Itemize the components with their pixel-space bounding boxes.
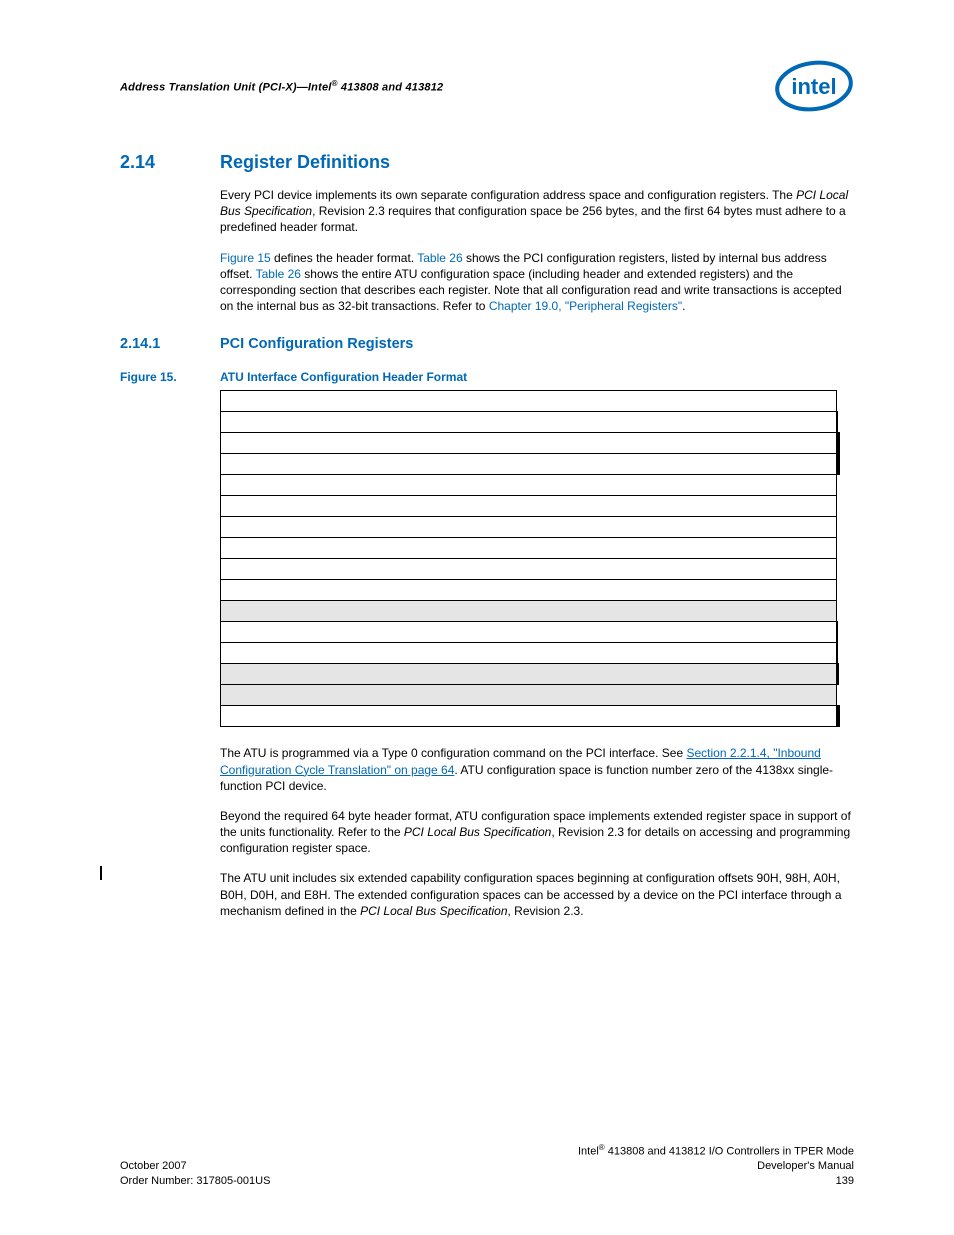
header-text-b: 413808 and 413812 [338,81,444,93]
figure-title: ATU Interface Configuration Header Forma… [220,370,467,384]
table-row [221,664,840,685]
figure-label: Figure 15. [120,370,198,384]
table-cell [221,559,837,580]
link-table-26-a[interactable]: Table 26 [417,251,462,265]
subsection-number: 2.14.1 [120,336,190,352]
table-cell [221,664,837,685]
table-cell [221,538,837,559]
table-cell [221,580,837,601]
link-table-26-b[interactable]: Table 26 [256,267,301,281]
svg-text:intel: intel [791,74,836,99]
table-cell [839,454,840,475]
table-cell [837,412,838,433]
table-row [221,706,840,727]
table-cell [839,433,840,454]
table-row [221,643,840,664]
table-cell [221,706,837,727]
footer-date: October 2007 [120,1159,270,1174]
section-heading: 2.14 Register Definitions [120,152,854,173]
section-number: 2.14 [120,152,190,173]
table-cell [221,643,837,664]
section-title: Register Definitions [220,152,390,173]
table-cell [839,706,840,727]
table-cell [221,475,837,496]
table-row [221,496,840,517]
table-row [221,559,840,580]
intel-logo-icon: intel [774,60,854,112]
table-cell [838,664,839,685]
page-header: Address Translation Unit (PCI-X)—Intel® … [120,60,854,112]
table-cell [221,517,837,538]
table-row [221,391,840,412]
link-figure-15[interactable]: Figure 15 [220,251,271,265]
change-bar-icon [100,866,102,880]
table-row [221,412,840,433]
table-cell [837,643,838,664]
table-row [221,685,840,706]
footer-order-number: Order Number: 317805-001US [120,1174,270,1189]
table-cell [221,454,837,475]
table-cell [221,433,837,454]
table-cell [221,685,837,706]
header-text-a: Address Translation Unit (PCI-X)—Intel [120,81,332,93]
para-1: Every PCI device implements its own sepa… [220,187,854,236]
table-row [221,517,840,538]
config-header-table [220,390,840,727]
table-cell [221,412,837,433]
figure-caption: Figure 15. ATU Interface Configuration H… [120,370,854,384]
para-2: Figure 15 defines the header format. Tab… [220,250,854,315]
table-row [221,580,840,601]
table-row [221,433,840,454]
table-row [221,475,840,496]
footer-page-number: 139 [578,1174,854,1189]
subsection-title: PCI Configuration Registers [220,336,413,352]
footer-right: Intel® 413808 and 413812 I/O Controllers… [578,1143,854,1189]
table-cell [837,622,838,643]
footer-doc-type: Developer's Manual [578,1159,854,1174]
table-cell [221,601,837,622]
table-row [221,601,840,622]
link-chapter-19[interactable]: Chapter 19.0, "Peripheral Registers" [489,299,682,313]
footer-product: Intel® 413808 and 413812 I/O Controllers… [578,1143,854,1160]
para-4: Beyond the required 64 byte header forma… [220,808,854,857]
table-row [221,538,840,559]
para-3: The ATU is programmed via a Type 0 confi… [220,745,854,794]
page-footer: October 2007 Order Number: 317805-001US … [120,1143,854,1189]
table-cell [221,622,837,643]
subsection-heading: 2.14.1 PCI Configuration Registers [120,336,854,352]
para-5: The ATU unit includes six extended capab… [220,870,854,919]
table-cell [221,391,837,412]
footer-left: October 2007 Order Number: 317805-001US [120,1159,270,1189]
table-row [221,622,840,643]
header-title: Address Translation Unit (PCI-X)—Intel® … [120,79,443,94]
table-cell [221,496,837,517]
table-row [221,454,840,475]
